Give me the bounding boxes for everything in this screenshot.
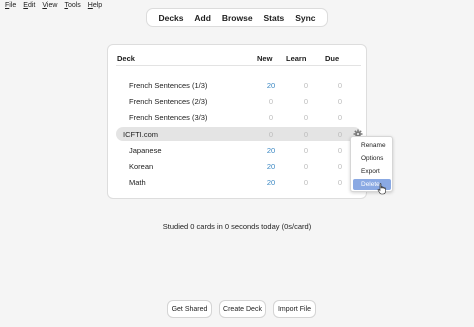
deck-name[interactable]: ICFTI.com bbox=[123, 130, 158, 139]
deck-row-current[interactable]: ICFTI.com 0 0 0 bbox=[116, 127, 363, 141]
menu-item-rename[interactable]: Rename bbox=[353, 140, 391, 151]
deck-name[interactable]: French Sentences (2/3) bbox=[129, 97, 207, 106]
decks-button[interactable]: Decks bbox=[158, 13, 183, 23]
due-count: 0 bbox=[337, 130, 343, 139]
deck-name[interactable]: Japanese bbox=[129, 146, 162, 155]
learn-count: 0 bbox=[303, 178, 309, 187]
learn-count: 0 bbox=[303, 130, 309, 139]
deck-name[interactable]: Korean bbox=[129, 162, 153, 171]
menu-item-export[interactable]: Export bbox=[353, 166, 391, 177]
learn-count: 0 bbox=[303, 81, 309, 90]
new-count: 20 bbox=[266, 178, 276, 187]
menu-view[interactable]: View bbox=[42, 1, 57, 11]
new-count: 20 bbox=[266, 162, 276, 171]
import-file-button[interactable]: Import File bbox=[273, 300, 316, 318]
deck-row[interactable]: Math 20 0 0 bbox=[116, 175, 361, 189]
deck-row[interactable]: French Sentences (2/3) 0 0 0 bbox=[116, 94, 361, 108]
study-summary: Studied 0 cards in 0 seconds today (0s/c… bbox=[162, 222, 312, 231]
deck-list-panel: Deck New Learn Due French Sentences (1/3… bbox=[107, 44, 367, 199]
due-count: 0 bbox=[337, 81, 343, 90]
new-count: 20 bbox=[266, 146, 276, 155]
header-learn: Learn bbox=[286, 54, 307, 63]
new-count: 0 bbox=[268, 97, 274, 106]
menu-edit[interactable]: Edit bbox=[23, 1, 35, 11]
sync-button[interactable]: Sync bbox=[295, 13, 315, 23]
menu-help[interactable]: Help bbox=[88, 1, 102, 11]
learn-count: 0 bbox=[303, 113, 309, 122]
learn-count: 0 bbox=[303, 146, 309, 155]
add-button[interactable]: Add bbox=[194, 13, 211, 23]
menu-file[interactable]: File bbox=[5, 1, 16, 11]
deck-row[interactable]: Korean 20 0 0 bbox=[116, 159, 361, 173]
deck-row[interactable]: French Sentences (1/3) 20 0 0 bbox=[116, 78, 361, 92]
new-count: 0 bbox=[268, 113, 274, 122]
menu-tools[interactable]: Tools bbox=[64, 1, 80, 11]
deck-row[interactable]: Japanese 20 0 0 bbox=[116, 143, 361, 157]
due-count: 0 bbox=[337, 113, 343, 122]
browse-button[interactable]: Browse bbox=[222, 13, 253, 23]
learn-count: 0 bbox=[303, 162, 309, 171]
new-count: 0 bbox=[268, 130, 274, 139]
deck-name[interactable]: French Sentences (3/3) bbox=[129, 113, 207, 122]
learn-count: 0 bbox=[303, 97, 309, 106]
due-count: 0 bbox=[337, 162, 343, 171]
header-due: Due bbox=[325, 54, 340, 63]
header-new: New bbox=[257, 54, 273, 63]
due-count: 0 bbox=[337, 178, 343, 187]
main-toolbar: Decks Add Browse Stats Sync bbox=[146, 8, 328, 27]
hand-cursor-icon bbox=[377, 183, 386, 195]
new-count: 20 bbox=[266, 81, 276, 90]
header-divider bbox=[116, 65, 361, 66]
get-shared-button[interactable]: Get Shared bbox=[167, 300, 212, 318]
deck-row[interactable]: French Sentences (3/3) 0 0 0 bbox=[116, 110, 361, 124]
deck-name[interactable]: Math bbox=[129, 178, 146, 187]
due-count: 0 bbox=[337, 97, 343, 106]
deck-name[interactable]: French Sentences (1/3) bbox=[129, 81, 207, 90]
menu-item-options[interactable]: Options bbox=[353, 153, 391, 164]
stats-button[interactable]: Stats bbox=[263, 13, 284, 23]
due-count: 0 bbox=[337, 146, 343, 155]
create-deck-button[interactable]: Create Deck bbox=[219, 300, 266, 318]
header-deck: Deck bbox=[117, 54, 135, 63]
